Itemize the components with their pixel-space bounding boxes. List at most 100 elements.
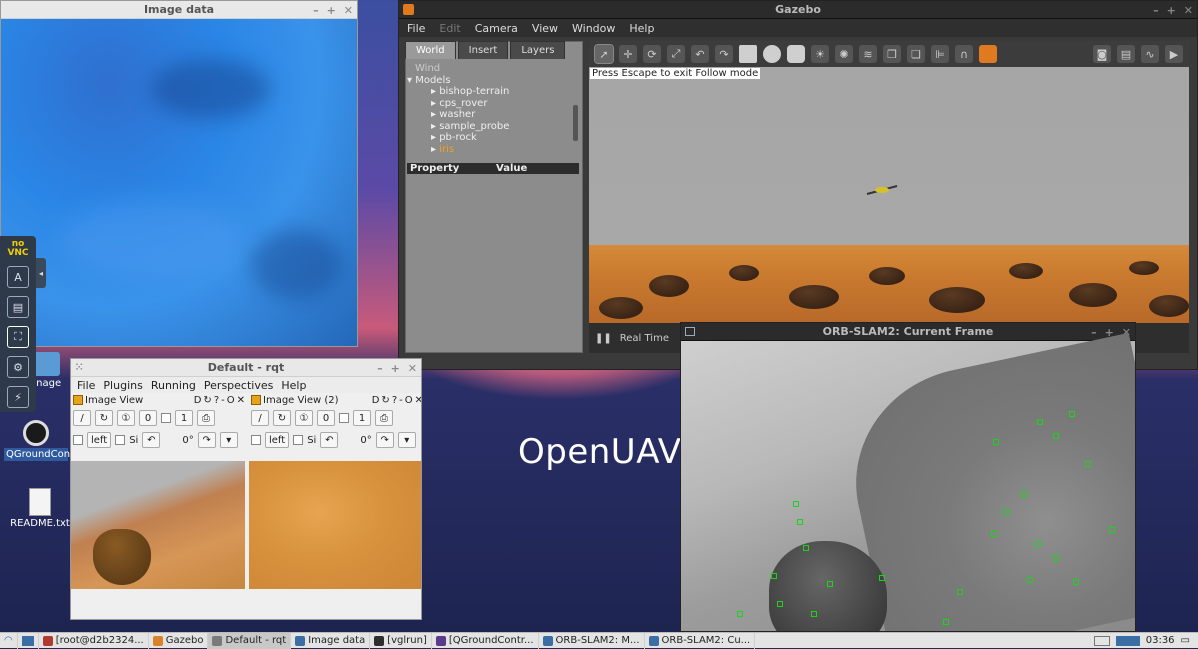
gazebo-3d-scene[interactable]: Press Escape to exit Follow mode (589, 67, 1189, 323)
snap-icon[interactable]: ∩ (955, 45, 973, 63)
save-icon[interactable]: ⎙ (375, 410, 393, 426)
redo-icon[interactable]: ↷ (715, 45, 733, 63)
checkbox[interactable] (73, 435, 83, 445)
log-icon[interactable]: ▤ (1117, 45, 1135, 63)
taskbar-item[interactable]: Image data (291, 632, 371, 649)
fullscreen-icon[interactable]: ⛶ (7, 326, 29, 348)
close-panel-button[interactable]: ✕ (237, 395, 245, 406)
side-select[interactable]: left (265, 432, 290, 448)
select-arrow-icon[interactable]: ➚ (594, 44, 614, 64)
tree-item-models[interactable]: ▾ Models (407, 75, 572, 87)
undo-icon[interactable]: ↶ (691, 45, 709, 63)
tree-item-model[interactable]: ▸ pb-rock (407, 132, 572, 144)
taskbar-item[interactable]: ORB-SLAM2: M... (539, 632, 645, 649)
spinbox-value[interactable]: 0 (139, 410, 157, 426)
taskbar-item[interactable]: Gazebo (149, 632, 209, 649)
float-button[interactable]: O (227, 395, 235, 406)
close-icon[interactable]: ✕ (344, 4, 353, 17)
menu-view[interactable]: View (532, 22, 558, 35)
taskbar-item[interactable]: Default - rqt (208, 632, 292, 649)
menu-camera[interactable]: Camera (475, 22, 518, 35)
refresh-icon[interactable]: ↻ (273, 410, 291, 426)
maximize-icon[interactable]: + (391, 362, 400, 375)
tree-scrollbar[interactable] (573, 105, 578, 141)
dock-button[interactable]: D (372, 395, 380, 406)
image-data-titlebar[interactable]: Image data – + ✕ (1, 1, 357, 19)
checkbox[interactable] (115, 435, 126, 445)
minimize-button[interactable]: - (399, 395, 403, 406)
taskbar-item[interactable]: ORB-SLAM2: Cu... (645, 632, 756, 649)
maximize-icon[interactable]: + (327, 4, 336, 17)
rotate-left-icon[interactable]: ↶ (142, 432, 161, 448)
paste-icon[interactable]: ❏ (907, 45, 925, 63)
sphere-shape-icon[interactable] (763, 45, 781, 63)
maximize-icon[interactable]: + (1167, 4, 1176, 17)
desktop-icon-qgroundcontrol[interactable]: QGroundControl (4, 420, 87, 461)
minimize-icon[interactable]: – (313, 4, 319, 17)
box-shape-icon[interactable] (739, 45, 757, 63)
tree-item-model[interactable]: ▸ sample_probe (407, 121, 572, 133)
directional-light-icon[interactable]: ≋ (859, 45, 877, 63)
tab-layers[interactable]: Layers (510, 41, 566, 59)
minimize-icon[interactable]: – (1153, 4, 1159, 17)
tree-item-model[interactable]: ▸ washer (407, 109, 572, 121)
taskbar-item[interactable]: [root@d2b2324... (39, 632, 149, 649)
dropdown-icon[interactable]: ▾ (397, 432, 416, 448)
topic-select[interactable]: / (73, 410, 91, 426)
close-panel-button[interactable]: ✕ (415, 395, 421, 406)
desktop-icon-readme[interactable]: README.txt (10, 488, 70, 529)
rotate-right-icon[interactable]: ↷ (375, 432, 394, 448)
rotate-left-icon[interactable]: ↶ (320, 432, 339, 448)
close-icon[interactable]: ✕ (408, 362, 417, 375)
menu-window[interactable]: Window (572, 22, 615, 35)
tab-insert[interactable]: Insert (457, 41, 509, 59)
tree-item-model[interactable]: ▸ iris (407, 144, 572, 156)
minimize-icon[interactable]: – (377, 362, 383, 375)
rotate-right-icon[interactable]: ↷ (197, 432, 216, 448)
point-light-icon[interactable]: ☀ (811, 45, 829, 63)
spot-light-icon[interactable]: ✺ (835, 45, 853, 63)
minimize-icon[interactable]: – (1091, 326, 1097, 339)
side-select[interactable]: left (87, 432, 112, 448)
checkbox[interactable] (161, 413, 171, 423)
translate-icon[interactable]: ✛ (619, 45, 637, 63)
show-desktop-icon[interactable] (18, 632, 39, 649)
screenshot-icon[interactable]: ◙ (1093, 45, 1111, 63)
reload-icon[interactable]: ↻ (381, 395, 389, 406)
menu-file[interactable]: File (407, 22, 425, 35)
save-icon[interactable]: ⎙ (197, 410, 215, 426)
cylinder-shape-icon[interactable] (787, 45, 805, 63)
spinbox-value[interactable]: 0 (317, 410, 335, 426)
topic-select[interactable]: / (251, 410, 269, 426)
zoom-icon[interactable]: ① (117, 410, 135, 426)
pause-icon[interactable]: ❚❚ (595, 333, 612, 344)
refresh-icon[interactable]: ↻ (95, 410, 113, 426)
menu-help[interactable]: Help (629, 22, 654, 35)
menu-file[interactable]: File (77, 379, 95, 392)
workspace-switcher-icon[interactable] (1093, 635, 1110, 646)
tab-world[interactable]: World (405, 41, 456, 59)
menu-edit[interactable]: Edit (439, 22, 460, 35)
close-icon[interactable]: ✕ (1184, 4, 1193, 17)
tree-item-wind[interactable]: Wind (407, 63, 572, 75)
rotate-icon[interactable]: ⟳ (643, 45, 661, 63)
copy-icon[interactable]: ❐ (883, 45, 901, 63)
minimize-button[interactable]: - (221, 395, 225, 406)
float-button[interactable]: O (405, 395, 413, 406)
tree-item-model[interactable]: ▸ bishop-terrain (407, 86, 572, 98)
start-menu-icon[interactable]: ◠ (0, 632, 18, 649)
lock-screen-icon[interactable]: ▭ (1181, 635, 1190, 646)
settings-gear-icon[interactable]: ⚙ (7, 356, 29, 378)
spinbox-value[interactable]: 1 (175, 410, 193, 426)
menu-running[interactable]: Running (151, 379, 196, 392)
plot-icon[interactable]: ∿ (1141, 45, 1159, 63)
reload-icon[interactable]: ↻ (203, 395, 211, 406)
change-view-icon[interactable] (979, 45, 997, 63)
keyboard-icon[interactable]: A (7, 266, 29, 288)
align-icon[interactable]: ⊫ (931, 45, 949, 63)
checkbox[interactable] (293, 435, 304, 445)
video-record-icon[interactable]: ▶ (1165, 45, 1183, 63)
checkbox[interactable] (339, 413, 349, 423)
zoom-icon[interactable]: ① (295, 410, 313, 426)
menu-plugins[interactable]: Plugins (103, 379, 142, 392)
